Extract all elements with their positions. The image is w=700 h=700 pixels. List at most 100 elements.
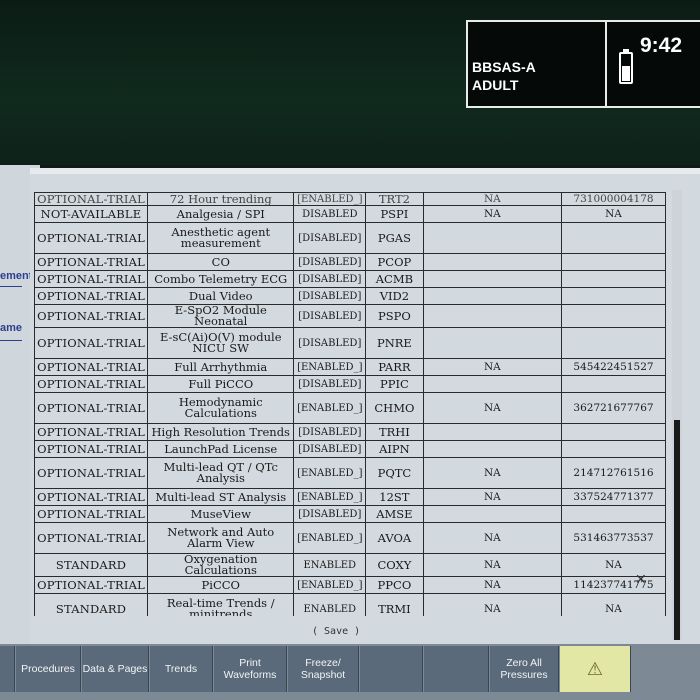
- table-row[interactable]: OPTIONAL-TRIAL Multi-lead QT / QTc Analys…: [34, 457, 666, 489]
- state-cell: [ENABLED_]: [293, 522, 367, 554]
- state-cell: [DISABLED]: [293, 270, 367, 288]
- feature-cell: MuseView: [147, 505, 295, 523]
- softkey-1[interactable]: Procedures: [16, 646, 81, 692]
- status-cell: STANDARD: [34, 593, 149, 616]
- code-cell: TRHI: [365, 423, 424, 441]
- value2-cell: [560, 222, 666, 254]
- status-cell: OPTIONAL-TRIAL: [34, 576, 149, 594]
- softkey-8[interactable]: Zero All Pressures: [490, 646, 559, 692]
- status-cell: OPTIONAL-TRIAL: [34, 253, 149, 271]
- value1-cell: NA: [422, 576, 562, 594]
- feature-cell: Multi-lead QT / QTc Analysis: [147, 457, 295, 489]
- patient-info-box[interactable]: BBSAS-A ADULT: [466, 20, 615, 108]
- value2-cell: [560, 304, 666, 328]
- state-cell: [DISABLED]: [293, 440, 367, 458]
- value1-cell: [422, 222, 562, 254]
- panel-top-edge: [30, 168, 700, 174]
- table-row[interactable]: OPTIONAL-TRIAL CO [DISABLED] PCOP: [34, 253, 666, 271]
- value2-cell: 531463773537: [560, 522, 666, 554]
- code-cell: VID2: [365, 287, 424, 305]
- feature-cell: Combo Telemetry ECG: [147, 270, 295, 288]
- softkey-3[interactable]: Trends: [150, 646, 213, 692]
- softkey-0[interactable]: [0, 646, 15, 692]
- save-button[interactable]: ( Save ): [312, 626, 360, 637]
- softkey-7[interactable]: [424, 646, 489, 692]
- softkey-6[interactable]: [360, 646, 423, 692]
- status-cell: OPTIONAL-TRIAL: [34, 392, 149, 424]
- state-cell: [ENABLED_]: [293, 392, 367, 424]
- state-cell: [DISABLED]: [293, 423, 367, 441]
- table-row[interactable]: OPTIONAL-TRIAL Network and Auto Alarm Vie…: [34, 522, 666, 554]
- table-row[interactable]: OPTIONAL-TRIAL Combo Telemetry ECG [DISABL…: [34, 270, 666, 288]
- table-row[interactable]: OPTIONAL-TRIAL E-SpO2 Module Neonatal [DIS…: [34, 304, 666, 328]
- table-row[interactable]: OPTIONAL-TRIAL MuseView [DISABLED] AMSE: [34, 505, 666, 523]
- table-row[interactable]: OPTIONAL-TRIAL LaunchPad License [DISABLED…: [34, 440, 666, 458]
- patient-id: BBSAS-A: [472, 59, 536, 75]
- value2-cell: [560, 270, 666, 288]
- status-cell: OPTIONAL-TRIAL: [34, 270, 149, 288]
- value2-cell: NA: [560, 593, 666, 616]
- status-cell: OPTIONAL-TRIAL: [34, 440, 149, 458]
- feature-cell: Oxygenation Calculations: [147, 553, 295, 577]
- value2-cell: [560, 327, 666, 359]
- code-cell: PSPI: [365, 205, 424, 223]
- softkey-5[interactable]: Freeze/ Snapshot: [288, 646, 359, 692]
- table-row[interactable]: NOT-AVAILABLE Analgesia / SPI DISABLED PSPI…: [34, 205, 666, 223]
- value2-cell: 731000004178: [560, 192, 666, 206]
- status-cell: OPTIONAL-TRIAL: [34, 327, 149, 359]
- code-cell: AMSE: [365, 505, 424, 523]
- table-row[interactable]: STANDARD Real-time Trends / minitrends ENA…: [34, 593, 666, 616]
- value1-cell: NA: [422, 392, 562, 424]
- table-row[interactable]: OPTIONAL-TRIAL Anesthetic agent measureme…: [34, 222, 666, 254]
- state-cell: [DISABLED]: [293, 304, 367, 328]
- status-cell: OPTIONAL-TRIAL: [34, 423, 149, 441]
- feature-cell: LaunchPad License: [147, 440, 295, 458]
- state-cell: [ENABLED_]: [293, 457, 367, 489]
- feature-cell: Network and Auto Alarm View: [147, 522, 295, 554]
- value2-cell: NA: [560, 553, 666, 577]
- value1-cell: [422, 304, 562, 328]
- table-row[interactable]: OPTIONAL-TRIAL PiCCO [ENABLED_] PPCO NA 11423…: [34, 576, 666, 594]
- softkey-4[interactable]: Print Waveforms: [214, 646, 287, 692]
- status-cell: OPTIONAL-TRIAL: [34, 222, 149, 254]
- value1-cell: [422, 253, 562, 271]
- scrollbar-thumb[interactable]: [674, 420, 680, 640]
- table-row[interactable]: OPTIONAL-TRIAL 72 Hour trending [ENABLED_]…: [34, 192, 666, 206]
- softkey-2[interactable]: Data & Pages: [82, 646, 149, 692]
- license-table-container: OPTIONAL-TRIAL 72 Hour trending [ENABLED_]…: [34, 192, 666, 616]
- feature-cell: Multi-lead ST Analysis: [147, 488, 295, 506]
- code-cell: AVOA: [365, 522, 424, 554]
- value2-cell: [560, 287, 666, 305]
- alarm-softkey[interactable]: ⚠: [560, 646, 631, 692]
- status-cell: OPTIONAL-TRIAL: [34, 457, 149, 489]
- table-row[interactable]: OPTIONAL-TRIAL Full Arrhythmia [ENABLED_] P…: [34, 358, 666, 376]
- state-cell: [ENABLED_]: [293, 488, 367, 506]
- value1-cell: NA: [422, 593, 562, 616]
- table-row[interactable]: OPTIONAL-TRIAL Hemodynamic Calculations [E…: [34, 392, 666, 424]
- feature-cell: E-SpO2 Module Neonatal: [147, 304, 295, 328]
- table-row[interactable]: OPTIONAL-TRIAL High Resolution Trends [DIS…: [34, 423, 666, 441]
- status-cell: STANDARD: [34, 553, 149, 577]
- value1-cell: [422, 375, 562, 393]
- close-icon[interactable]: ✕: [635, 572, 647, 588]
- code-cell: ACMB: [365, 270, 424, 288]
- table-row[interactable]: OPTIONAL-TRIAL Full PiCCO [DISABLED] PPIC: [34, 375, 666, 393]
- value1-cell: NA: [422, 192, 562, 206]
- feature-cell: E-sC(Ai)O(V) module NICU SW: [147, 327, 295, 359]
- state-cell: [ENABLED_]: [293, 192, 367, 206]
- table-row[interactable]: OPTIONAL-TRIAL Multi-lead ST Analysis [ENA…: [34, 488, 666, 506]
- value1-cell: [422, 505, 562, 523]
- sidebar-link-2[interactable]: ame: [0, 322, 22, 334]
- table-row[interactable]: OPTIONAL-TRIAL E-sC(Ai)O(V) module NICU S…: [34, 327, 666, 359]
- value1-cell: NA: [422, 488, 562, 506]
- value1-cell: [422, 270, 562, 288]
- status-cell: OPTIONAL-TRIAL: [34, 488, 149, 506]
- status-cell: OPTIONAL-TRIAL: [34, 522, 149, 554]
- code-cell: PGAS: [365, 222, 424, 254]
- sidebar-link-1[interactable]: ement: [0, 270, 32, 282]
- status-cell: OPTIONAL-TRIAL: [34, 375, 149, 393]
- status-cell: OPTIONAL-TRIAL: [34, 505, 149, 523]
- table-row[interactable]: STANDARD Oxygenation Calculations ENABLED C…: [34, 553, 666, 577]
- table-row[interactable]: OPTIONAL-TRIAL Dual Video [DISABLED] VID2: [34, 287, 666, 305]
- state-cell: ENABLED: [293, 593, 367, 616]
